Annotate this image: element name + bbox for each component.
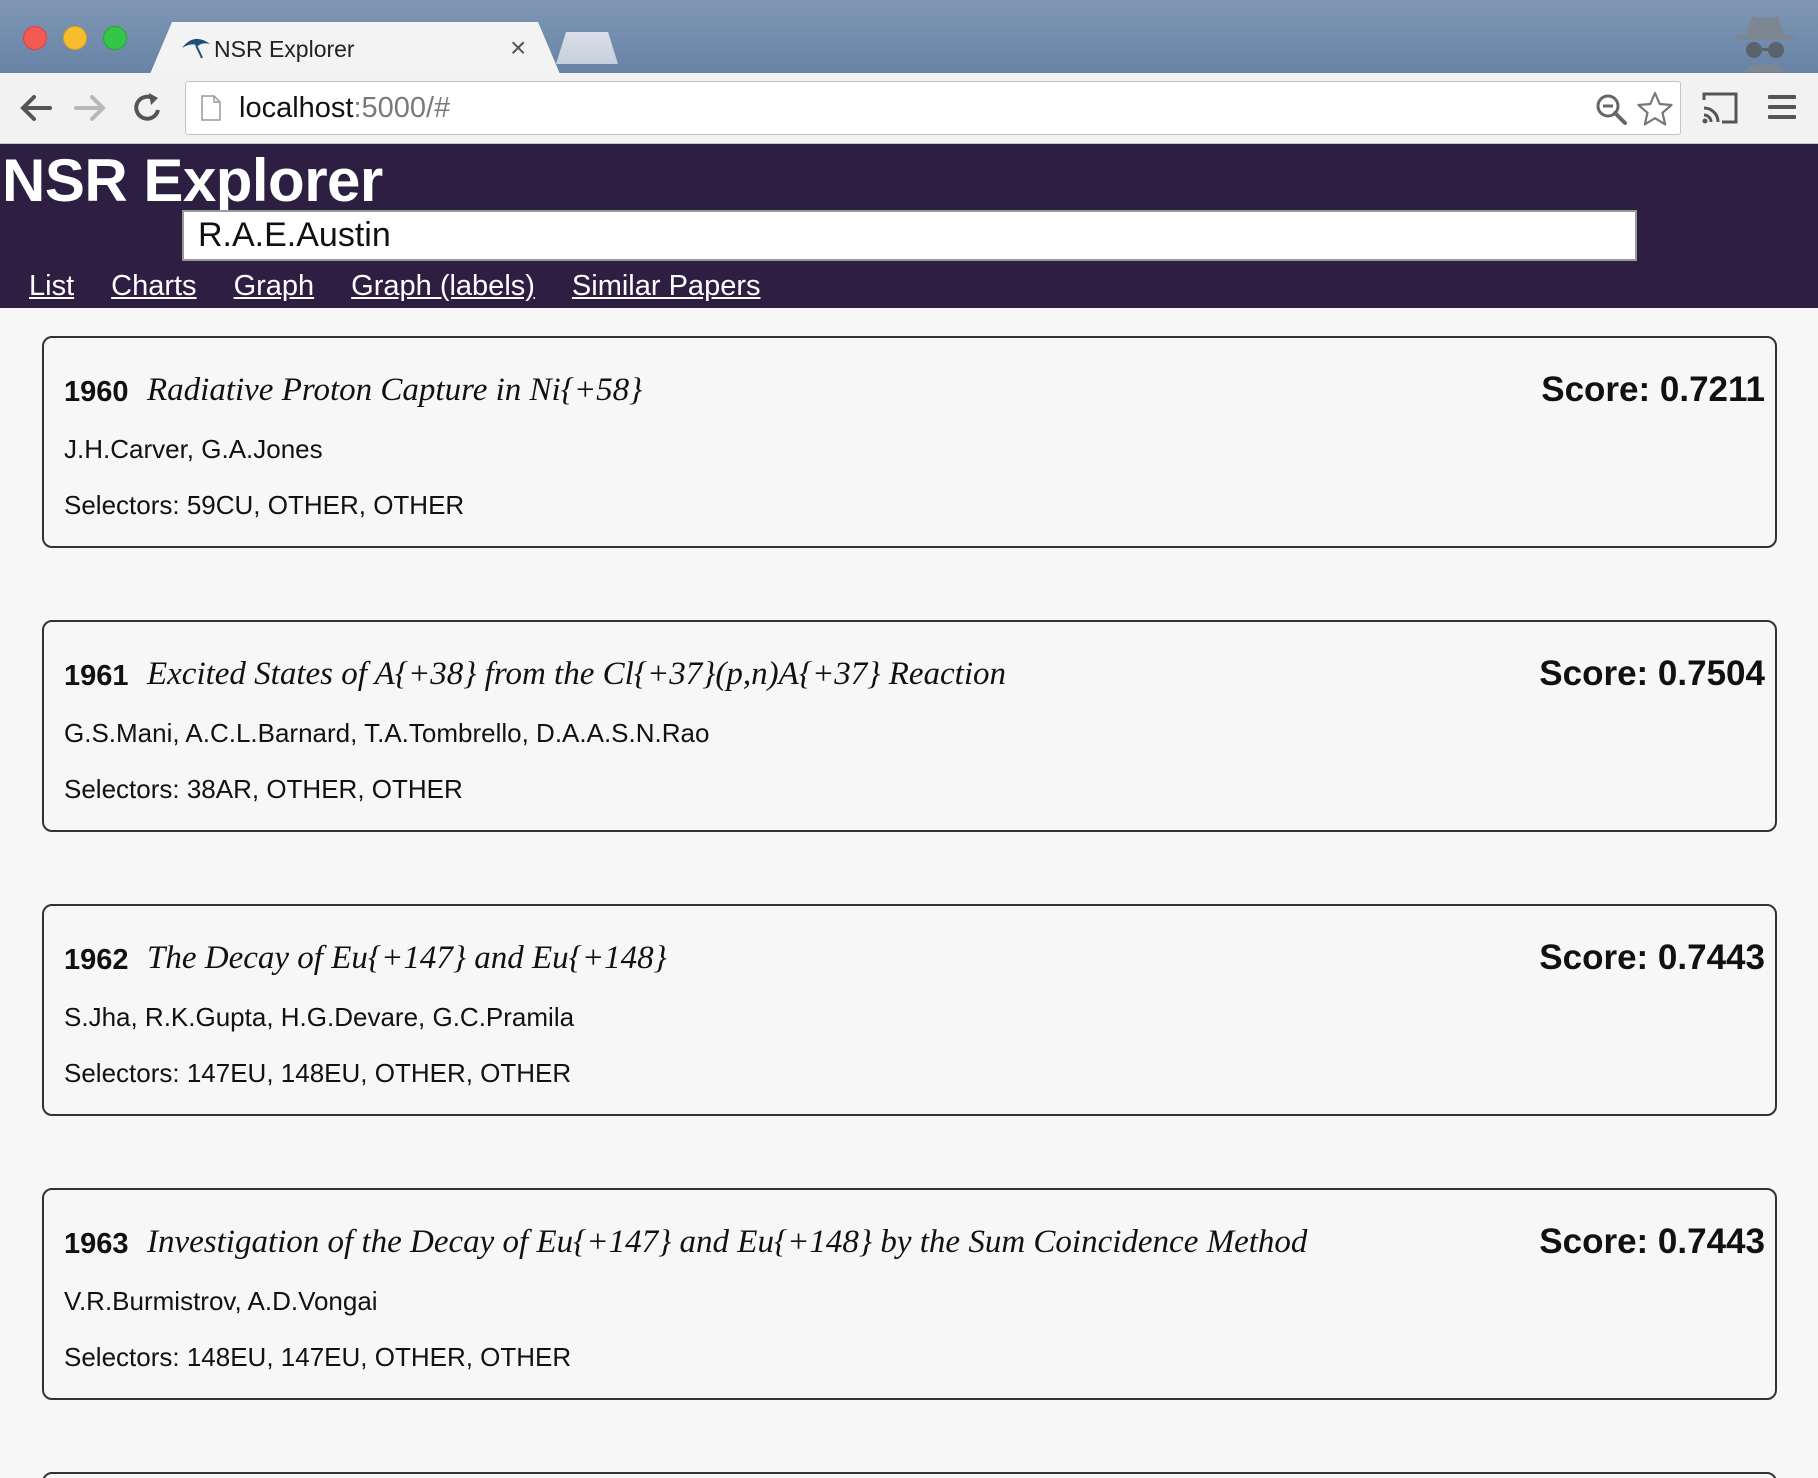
nav-link-list[interactable]: List (29, 266, 74, 306)
forward-arrow-icon[interactable] (70, 88, 110, 128)
result-score: Score: 0.7443 (1539, 938, 1765, 977)
url-host: localhost (239, 92, 354, 124)
main-nav: List Charts Graph Graph (labels) Similar… (29, 266, 797, 306)
result-year: 1960 (64, 376, 129, 408)
result-title: Radiative Proton Capture in Ni{+58} (147, 372, 643, 408)
result-card[interactable]: 1961 Excited States of A{+38} from the C… (42, 620, 1777, 832)
menu-icon[interactable] (1766, 90, 1798, 124)
result-authors: V.R.Burmistrov, A.D.Vongai (64, 1286, 378, 1316)
page-icon (201, 95, 221, 121)
result-card[interactable]: 1962 The Decay of Eu{+147} and Eu{+148} … (42, 904, 1777, 1116)
result-selectors: Selectors: 148EU, 147EU, OTHER, OTHER (64, 1342, 572, 1372)
result-authors: G.S.Mani, A.C.L.Barnard, T.A.Tombrello, … (64, 718, 710, 748)
result-selectors: Selectors: 59CU, OTHER, OTHER (64, 490, 465, 520)
maximize-window-button[interactable] (103, 26, 127, 50)
nav-link-similar-papers[interactable]: Similar Papers (572, 266, 761, 306)
nav-link-graph-labels[interactable]: Graph (labels) (351, 266, 535, 306)
incognito-icon (1736, 16, 1794, 72)
result-card-partial[interactable] (42, 1472, 1777, 1478)
browser-tab-bar: NSR Explorer × (0, 0, 1818, 73)
star-icon[interactable] (1636, 90, 1674, 128)
result-authors: S.Jha, R.K.Gupta, H.G.Devare, G.C.Pramil… (64, 1002, 575, 1032)
umbrella-favicon-icon (180, 34, 212, 60)
result-selectors: Selectors: 147EU, 148EU, OTHER, OTHER (64, 1058, 572, 1088)
result-year: 1962 (64, 944, 129, 976)
result-card[interactable]: 1960 Radiative Proton Capture in Ni{+58}… (42, 336, 1777, 548)
new-tab-button[interactable] (556, 32, 618, 64)
result-title: The Decay of Eu{+147} and Eu{+148} (147, 940, 667, 976)
url-path: :5000/# (353, 92, 451, 124)
result-score: Score: 0.7443 (1539, 1222, 1765, 1261)
back-arrow-icon[interactable] (16, 88, 56, 128)
results-list: 1960 Radiative Proton Capture in Ni{+58}… (42, 336, 1777, 1472)
minimize-window-button[interactable] (63, 26, 87, 50)
tab-title: NSR Explorer (214, 36, 355, 62)
result-title: Excited States of A{+38} from the Cl{+37… (147, 656, 1007, 692)
nav-link-charts[interactable]: Charts (111, 266, 196, 306)
app-header: NSR Explorer List Charts Graph Graph (la… (0, 144, 1818, 308)
browser-tab-active[interactable]: NSR Explorer × (150, 22, 560, 74)
url-text[interactable]: localhost:5000/# (239, 92, 450, 125)
result-score: Score: 0.7211 (1541, 370, 1765, 409)
result-title: Investigation of the Decay of Eu{+147} a… (147, 1224, 1308, 1260)
cast-icon[interactable] (1700, 90, 1740, 126)
result-year: 1961 (64, 660, 129, 692)
browser-toolbar: localhost:5000/# (0, 73, 1818, 144)
close-window-button[interactable] (23, 26, 47, 50)
result-score: Score: 0.7504 (1539, 654, 1765, 693)
zoom-icon[interactable] (1594, 92, 1628, 126)
result-card[interactable]: 1963 Investigation of the Decay of Eu{+1… (42, 1188, 1777, 1400)
result-selectors: Selectors: 38AR, OTHER, OTHER (64, 774, 463, 804)
result-year: 1963 (64, 1228, 129, 1260)
tab-close-button[interactable]: × (510, 32, 526, 64)
reload-icon[interactable] (127, 88, 167, 128)
nav-link-graph[interactable]: Graph (234, 266, 315, 306)
page-title: NSR Explorer (2, 147, 383, 214)
result-authors: J.H.Carver, G.A.Jones (64, 434, 323, 464)
address-bar[interactable]: localhost:5000/# (185, 81, 1681, 135)
search-input[interactable] (182, 210, 1637, 261)
